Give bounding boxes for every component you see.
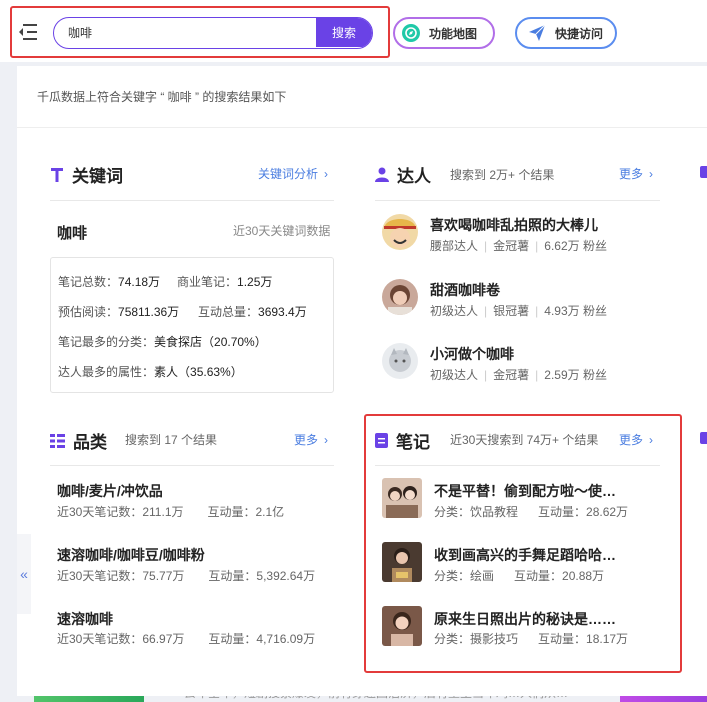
next-section-icon bbox=[700, 432, 707, 444]
highlight-box-search bbox=[10, 6, 390, 58]
talent-name[interactable]: 甜酒咖啡卷 bbox=[430, 280, 500, 300]
talent-result-count: 搜索到 2万+ 个结果 bbox=[450, 168, 555, 182]
talent-name[interactable]: 喜欢喝咖啡乱拍照的大棒儿 bbox=[430, 215, 598, 235]
category-more-label: 更多 bbox=[294, 433, 319, 447]
person-icon bbox=[375, 167, 389, 182]
category-more-link[interactable]: 更多 › bbox=[294, 431, 328, 448]
compass-icon bbox=[401, 23, 421, 43]
category-name[interactable]: 速溶咖啡 bbox=[57, 609, 113, 629]
top-category-stat: 笔记最多的分类：美食探店（20.70%） bbox=[58, 335, 267, 349]
search-summary: 千瓜数据上符合关键字 “ 咖啡 ” 的搜索结果如下 bbox=[37, 90, 287, 104]
talent-more-label: 更多 bbox=[619, 167, 644, 181]
category-name[interactable]: 速溶咖啡/咖啡豆/咖啡粉 bbox=[57, 545, 205, 565]
talent-section-title: 达人 bbox=[375, 162, 431, 187]
keyword-analysis-link[interactable]: 关键词分析 › bbox=[258, 165, 328, 182]
talent-more-link[interactable]: 更多 › bbox=[619, 165, 653, 182]
function-map-button[interactable]: 功能地图 bbox=[393, 17, 495, 49]
keyword-analysis-label: 关键词分析 bbox=[258, 167, 319, 181]
commercial-notes-stat: 商业笔记：1.25万 bbox=[177, 275, 273, 289]
category-name[interactable]: 咖啡/麦片/冲饮品 bbox=[57, 481, 163, 501]
paper-plane-icon bbox=[527, 23, 547, 43]
keyword-section-title: 关键词 bbox=[50, 162, 123, 187]
text-t-icon bbox=[50, 167, 64, 183]
talent-avatar[interactable] bbox=[382, 279, 418, 315]
talent-meta: 腰部达人 | 金冠薯 | 6.62万 粉丝 bbox=[430, 239, 607, 253]
summary-bar: 千瓜数据上符合关键字 “ 咖啡 ” 的搜索结果如下 bbox=[17, 66, 707, 128]
category-section-title: 品类 bbox=[50, 428, 107, 453]
talent-avatar[interactable] bbox=[382, 214, 418, 250]
divider bbox=[50, 465, 334, 466]
keyword-title-text: 关键词 bbox=[72, 167, 123, 186]
chevron-right-icon: › bbox=[649, 167, 654, 181]
chevron-right-icon: › bbox=[324, 433, 329, 447]
keyword-note: 近30天关键词数据 bbox=[233, 224, 331, 238]
talent-name[interactable]: 小河做个咖啡 bbox=[430, 344, 514, 364]
talent-title-text: 达人 bbox=[397, 167, 431, 186]
quick-access-button[interactable]: 快捷访问 bbox=[515, 17, 617, 49]
category-meta: 近30天笔记数：75.77万 互动量：5,392.64万 bbox=[57, 569, 316, 583]
interactions-total-stat: 互动总量：3693.4万 bbox=[198, 305, 307, 319]
top-bar: 搜索 功能地图 快捷访问 bbox=[0, 0, 707, 62]
list-grid-icon bbox=[50, 433, 65, 448]
category-title-text: 品类 bbox=[73, 433, 107, 452]
talent-meta: 初级达人 | 金冠薯 | 2.59万 粉丝 bbox=[430, 368, 607, 382]
highlight-box-notes bbox=[364, 414, 682, 673]
chevron-right-icon: › bbox=[324, 167, 329, 181]
divider bbox=[375, 200, 660, 201]
top-attribute-stat: 达人最多的属性：素人（35.63%） bbox=[58, 365, 243, 379]
collapse-handle[interactable]: « bbox=[17, 534, 31, 614]
category-meta: 近30天笔记数：211.1万 互动量：2.1亿 bbox=[57, 505, 285, 519]
keyword-word: 咖啡 bbox=[57, 225, 88, 242]
next-section-icon bbox=[700, 166, 707, 178]
category-meta: 近30天笔记数：66.97万 互动量：4,716.09万 bbox=[57, 632, 316, 646]
function-map-label: 功能地图 bbox=[429, 26, 478, 41]
category-result-count: 搜索到 17 个结果 bbox=[125, 433, 218, 447]
divider bbox=[50, 200, 334, 201]
quick-access-label: 快捷访问 bbox=[555, 26, 604, 41]
estimated-reads-stat: 预估阅读：75811.36万 bbox=[58, 305, 180, 319]
talent-meta: 初级达人 | 银冠薯 | 4.93万 粉丝 bbox=[430, 304, 607, 318]
talent-avatar[interactable] bbox=[382, 343, 418, 379]
notes-total-stat: 笔记总数：74.18万 bbox=[58, 275, 161, 289]
